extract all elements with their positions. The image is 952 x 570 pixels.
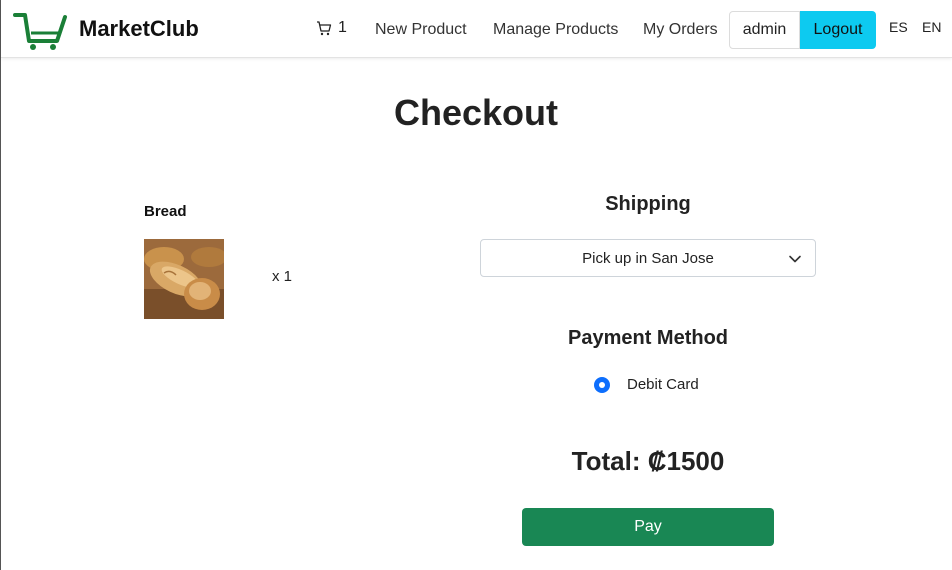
lang-en-link[interactable]: EN [922,19,941,35]
navbar: MarketClub 1 New Product Manage Products… [1,0,952,58]
order-total: Total: ₡1500 [571,446,725,476]
cart-item-name: Bread [144,203,187,220]
nav-new-product[interactable]: New Product [375,21,467,39]
payment-option-debit-card[interactable]: Debit Card [594,376,699,393]
brand-name[interactable]: MarketClub [79,16,199,42]
page-title: Checkout [393,92,559,133]
shopping-cart-logo-icon[interactable] [13,9,71,51]
payment-method-heading: Payment Method [567,327,729,349]
debit-card-radio[interactable] [594,376,610,393]
bread-product-image [144,239,224,319]
nav-manage-products[interactable]: Manage Products [493,21,618,39]
cart-count: 1 [338,19,347,36]
shipping-heading: Shipping [605,193,691,215]
chevron-down-icon [789,255,801,263]
cart-item-quantity: x 1 [272,268,293,285]
shipping-selected-value: Pick up in San Jose [582,249,714,267]
nav-my-orders[interactable]: My Orders [643,21,718,39]
lang-es-link[interactable]: ES [889,19,908,35]
debit-card-label[interactable]: Debit Card [627,376,699,393]
pay-button[interactable]: Pay [522,508,774,546]
logout-button[interactable]: Logout [800,11,876,49]
shipping-select[interactable]: Pick up in San Jose [480,239,816,277]
cart-link[interactable]: 1 [316,19,347,37]
cart-icon [317,21,332,36]
user-button[interactable]: admin [729,11,800,49]
window-edge [0,0,1,570]
